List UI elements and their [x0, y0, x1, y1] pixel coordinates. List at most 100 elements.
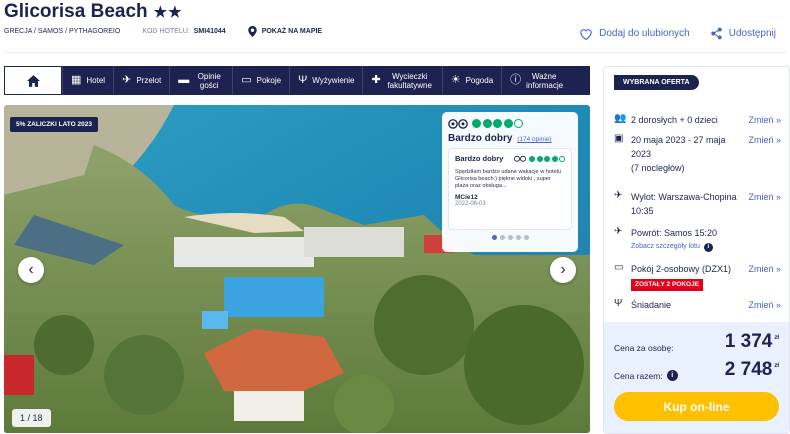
cutlery-icon: Ψ: [298, 74, 308, 86]
flight-details-link[interactable]: Zobacz szczegóły lotu i: [631, 240, 781, 254]
header-actions: Dodaj do ulubionych Udostępnij: [579, 27, 776, 40]
total-price-label: Cena razem:: [614, 370, 663, 381]
rating-bubbles: [472, 119, 523, 128]
share-icon: [711, 27, 722, 40]
plane-takeoff-icon: ✈: [614, 190, 623, 201]
nav-tab-board-label: Wyżywienie: [312, 76, 355, 85]
hotel-stars: ★★: [153, 4, 183, 21]
hotel-code-value: SMI41044: [193, 28, 226, 35]
plane-landing-icon: ✈: [614, 226, 623, 237]
offer-board: Ψ Śniadanie Zmień: [614, 298, 781, 312]
flight-details-label: Zobacz szczegóły lotu: [631, 243, 700, 250]
offer-nights-value: (7 nocległów): [631, 163, 685, 173]
info-icon: i: [703, 242, 713, 252]
nav-tab-board[interactable]: Ψ Wyżywienie: [289, 66, 362, 95]
review-item: Bardzo dobry Spędziłam bardzo udane waka…: [448, 148, 572, 230]
nav-tab-rooms[interactable]: ▭ Pokoje: [232, 66, 289, 95]
offer-board-value: Śniadanie: [631, 300, 672, 310]
total-price-value: 2 748: [724, 359, 773, 380]
currency-label: zł: [774, 363, 779, 369]
chat-icon: ▬: [178, 74, 190, 86]
hotel-nav: ▦ Hotel ✈ Przelot ▬ Opinie gości ▭ Pokoj…: [4, 66, 590, 95]
offer-dates: ▣ 20 maja 2023 - 27 maja 2023 (7 nocległ…: [614, 133, 781, 175]
chevron-left-icon: ‹: [28, 261, 34, 278]
review-pager[interactable]: [448, 235, 572, 240]
nav-tab-hotel-label: Hotel: [86, 76, 106, 85]
map-pin-icon: [247, 26, 257, 37]
change-dates-link[interactable]: Zmień: [748, 133, 781, 175]
price-per-person-label: Cena za osobę:: [614, 343, 674, 353]
palm-icon: ✚: [371, 74, 381, 86]
offer-room: ▭ Pokój 2-osobowy (DZX1) ZOSTAŁY 2 POKOJ…: [614, 262, 781, 291]
review-date: 2022-06-03: [455, 201, 486, 207]
gallery-next-button[interactable]: ›: [550, 257, 576, 283]
heart-icon: [580, 28, 592, 40]
rooms-left-badge: ZOSTAŁY 2 POKOJE: [631, 279, 704, 291]
rating-label: Bardzo dobry: [448, 133, 513, 144]
show-on-map-link[interactable]: POKAŻ NA MAPIE: [247, 26, 323, 37]
total-price-row: Cena razem: i 2 748 zł: [614, 359, 779, 381]
price-per-person-row: Cena za osobę: 1 374 zł: [614, 331, 779, 353]
currency-label: zł: [774, 335, 779, 341]
promo-badge: 5% ZALICZKI LATO 2023: [10, 117, 98, 132]
review-rating-bubbles: [529, 155, 565, 162]
cutlery-icon: Ψ: [614, 298, 623, 309]
offer-departure-value: Wylot: Warszawa-Chopina 10:35: [631, 192, 737, 216]
nav-tab-reviews[interactable]: ▬ Opinie gości: [169, 66, 232, 95]
nav-tab-rooms-label: Pokoje: [256, 76, 282, 85]
bed-icon: ▭: [614, 262, 624, 273]
nav-tab-reviews-label: Opinie gości: [197, 71, 221, 90]
change-flight-link[interactable]: Zmień: [748, 190, 781, 218]
offer-sidebar: WYBRANA OFERTA 👥 2 dorosłych + 0 dzieci …: [603, 66, 790, 434]
chevron-right-icon: ›: [560, 261, 566, 278]
tripadvisor-owl-icon: [448, 119, 468, 129]
info-icon[interactable]: i: [666, 370, 678, 381]
sun-icon: ☀: [450, 74, 461, 86]
add-to-favorites-button[interactable]: Dodaj do ulubionych: [579, 27, 690, 40]
hotel-title: Glicorisa Beach ★★: [4, 1, 183, 23]
tripadvisor-owl-icon: [514, 155, 526, 162]
review-count-link[interactable]: (174 opinie): [517, 136, 551, 143]
share-button[interactable]: Udostępnij: [710, 27, 776, 40]
photo-counter: 1 / 18: [12, 409, 51, 427]
offer-room-value: Pokój 2-osobowy (DZX1): [631, 264, 732, 274]
review-text: Spędziłam bardzo udane wakacje w hotelu …: [455, 169, 562, 189]
tripadvisor-review-card: Bardzo dobry (174 opinie) Bardzo dobry S…: [442, 112, 578, 252]
nav-tab-excursions[interactable]: ✚ Wycieczki fakultatywne: [362, 66, 441, 95]
selected-offer-tag: WYBRANA OFERTA: [614, 75, 699, 90]
price-per-person-value: 1 374: [724, 331, 773, 352]
hotel-name: Glicorisa Beach: [4, 1, 148, 22]
bed-icon: ▭: [241, 74, 252, 86]
offer-return-value: Powrót: Samos 15:20: [631, 228, 718, 238]
info-icon: ⓘ: [510, 74, 522, 86]
offer-guests: 👥 2 dorosłych + 0 dzieci Zmień: [614, 113, 781, 127]
hotel-meta: GRECJA / SAMOS / PYTHAGOREIO KOD HOTELU:…: [4, 26, 322, 37]
nav-tab-flight-label: Przelot: [136, 76, 162, 85]
offer-guests-value: 2 dorosłych + 0 dzieci: [631, 115, 718, 125]
hotel-icon: ▦: [71, 74, 82, 86]
nav-tab-hotel[interactable]: ▦ Hotel: [62, 66, 113, 95]
photo-gallery: 5% ZALICZKI LATO 2023 1 / 18 ‹ › Bardzo …: [4, 105, 590, 433]
nav-tab-weather[interactable]: ☀ Pogoda: [441, 66, 501, 95]
nav-tab-info[interactable]: ⓘ Ważne informacje: [501, 66, 570, 95]
people-icon: 👥: [614, 113, 627, 124]
hotel-location: GRECJA / SAMOS / PYTHAGOREIO: [4, 28, 121, 35]
plane-icon: ✈: [122, 74, 132, 86]
nav-home-tab[interactable]: [4, 66, 62, 95]
header-divider: [4, 52, 786, 53]
share-label: Udostępnij: [728, 28, 776, 39]
change-room-link[interactable]: Zmień: [748, 262, 781, 291]
nav-tab-excursions-label: Wycieczki fakultatywne: [387, 71, 432, 90]
nav-tab-weather-label: Pogoda: [465, 76, 494, 85]
change-guests-link[interactable]: Zmień: [748, 113, 781, 127]
hotel-code-label: KOD HOTELU:: [142, 28, 190, 35]
offer-departure: ✈ Wylot: Warszawa-Chopina 10:35 Zmień: [614, 190, 781, 218]
gallery-prev-button[interactable]: ‹: [18, 257, 44, 283]
home-icon: [26, 74, 40, 87]
review-title: Bardzo dobry: [455, 154, 504, 163]
show-on-map-label: POKAŻ NA MAPIE: [261, 28, 323, 35]
nav-tab-info-label: Ważne informacje: [526, 71, 564, 90]
change-board-link[interactable]: Zmień: [748, 298, 781, 312]
nav-tab-flight[interactable]: ✈ Przelot: [113, 66, 169, 95]
buy-online-button[interactable]: Kup on-line: [614, 392, 779, 421]
